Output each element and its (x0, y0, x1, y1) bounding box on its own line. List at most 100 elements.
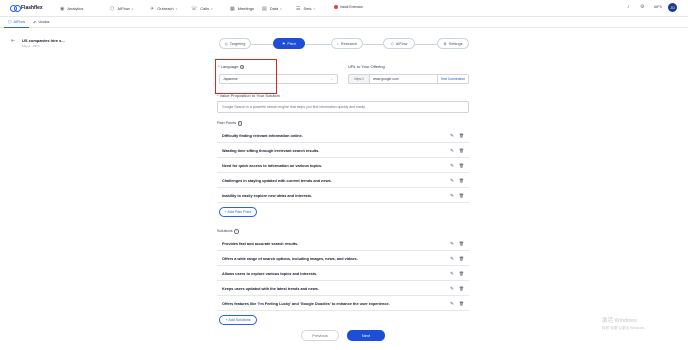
bell-icon[interactable]: ♪ (627, 4, 630, 10)
url-prefix: https:// (348, 74, 370, 84)
list-item: Provides fast and accurate search result… (217, 237, 469, 251)
edit-icon[interactable]: ✎ (450, 241, 454, 247)
nav-item-meetings[interactable]: ▦ Meetings (230, 0, 254, 17)
edit-icon[interactable]: ✎ (450, 256, 454, 262)
aiflow-icon: ⬡ (390, 41, 394, 46)
step-label: Settings (448, 41, 463, 46)
value-prop-label: * Value Proposition to Your Solution (217, 93, 280, 98)
add-solution-button[interactable]: + Add Solutions (219, 315, 257, 325)
app-name: Flashflex (21, 5, 43, 11)
edit-icon[interactable]: ✎ (450, 193, 454, 199)
chevron-down-icon: ▾ (280, 6, 282, 11)
tab-aiflow[interactable]: ⬡ AIFlow (4, 17, 30, 28)
nav-item-analytics[interactable]: ◉ Analytics (60, 0, 83, 17)
delete-icon[interactable]: 🗑 (459, 178, 464, 183)
step-targeting[interactable]: ◎ Targeting (219, 38, 251, 49)
nav-item-calls[interactable]: ☏ Calls ▾ (191, 0, 213, 17)
nav-item-aiflow[interactable]: ⬡ AIFlow ▾ (110, 0, 133, 17)
list-item-text: Allows users to explore various topics a… (222, 271, 318, 276)
edit-icon[interactable]: ✎ (450, 271, 454, 277)
edit-icon[interactable]: ✎ (450, 178, 454, 184)
list-item-text: Wasting time sifting through irrelevant … (222, 148, 320, 153)
stepper-line (251, 43, 273, 45)
list-item-text: Offers features like 'I'm Feeling Lucky'… (222, 301, 390, 306)
stepper-line (363, 43, 383, 45)
tab-undos[interactable]: ↶ Undos (29, 17, 53, 28)
aiflow-icon: ⬡ (8, 19, 12, 24)
chevron-down-icon: ▾ (313, 6, 316, 11)
wizard-stepper: ◎ Targeting ⚑ Pitch ⌕ Research ⬡ AIFlow … (0, 38, 688, 50)
gear-icon[interactable]: ⚙ (640, 4, 644, 10)
nav-item-data[interactable]: ▤ Data ▾ (262, 0, 282, 17)
delete-icon[interactable]: 🗑 (459, 241, 464, 246)
edit-icon[interactable]: ✎ (450, 301, 454, 307)
chevron-down-icon: ▾ (175, 6, 178, 11)
nav-item-outreach[interactable]: ✈ Outreach ▾ (150, 0, 177, 17)
annotation-highlight-box (215, 59, 277, 94)
list-item-text: Challenges in staying updated with curre… (222, 178, 332, 183)
url-label: URL to Your Offering (348, 64, 385, 69)
gear-icon: ⚙ (443, 41, 447, 46)
nav-item-label: Meetings (237, 6, 254, 11)
step-research[interactable]: ⌕ Research (331, 38, 363, 49)
list-item-text: Difficulty finding relevant information … (222, 133, 303, 138)
test-connection-button[interactable]: Test Connection (437, 74, 469, 84)
avatar[interactable]: JO (668, 3, 677, 12)
chrome-icon (334, 5, 338, 9)
value-prop-label-text: Value Proposition to Your Solution (219, 93, 280, 98)
delete-icon[interactable]: 🗑 (459, 256, 464, 261)
stepper-line (305, 43, 331, 45)
credits-badge[interactable]: AIFS (654, 5, 662, 9)
delete-icon[interactable]: 🗑 (459, 163, 464, 168)
list-item-text: Provides fast and accurate search result… (222, 241, 299, 246)
list-item: Keeps users updated with the latest tren… (217, 282, 469, 296)
info-icon: i (237, 121, 243, 126)
url-field-group: https:// www.google.com Test Connection (348, 74, 469, 84)
chevron-down-icon: ▾ (131, 6, 134, 11)
analytics-icon: ◉ (60, 5, 65, 12)
delete-icon[interactable]: 🗑 (459, 301, 464, 306)
step-aiflow[interactable]: ⬡ AIFlow (383, 38, 415, 49)
tab-aiflow-label: AIFlow (13, 19, 26, 24)
undo-icon: ↶ (33, 19, 37, 25)
edit-icon[interactable]: ✎ (450, 148, 454, 154)
list-item: Difficulty finding relevant information … (217, 129, 469, 143)
pain-points-label-text: Pain Points (217, 121, 237, 126)
next-button[interactable]: Next (347, 330, 385, 341)
outreach-icon: ✈ (150, 5, 155, 12)
delete-icon[interactable]: 🗑 (459, 148, 464, 153)
edit-icon[interactable]: ✎ (450, 133, 454, 139)
list-item: Allows users to explore various topics a… (217, 267, 469, 281)
delete-icon[interactable]: 🗑 (459, 193, 464, 198)
list-item-text: Need for quick access to information on … (222, 163, 323, 168)
step-label: Pitch (287, 41, 296, 46)
previous-button[interactable]: Previous (301, 330, 339, 341)
target-icon: ◎ (224, 41, 228, 46)
value-prop-input[interactable]: Google Search is a powerful search engin… (217, 101, 469, 113)
list-item: Need for quick access to information on … (217, 159, 469, 173)
nav-item-label: Calls (200, 6, 210, 11)
edit-icon[interactable]: ✎ (450, 286, 454, 292)
step-pitch[interactable]: ⚑ Pitch (273, 38, 305, 49)
info-icon: i (234, 229, 239, 234)
delete-icon[interactable]: 🗑 (459, 286, 464, 291)
delete-icon[interactable]: 🗑 (459, 271, 464, 276)
chevron-down-icon: ⌄ (330, 77, 333, 81)
nav-item-sets[interactable]: ☰ Sets ▾ (296, 0, 315, 17)
calls-icon: ☏ (191, 5, 198, 12)
delete-icon[interactable]: 🗑 (459, 133, 464, 138)
step-label: Targeting (229, 41, 246, 46)
install-extension-link[interactable]: Install Extension (334, 5, 363, 9)
meetings-icon: ▦ (230, 5, 235, 12)
app-logo[interactable]: Flashflex (10, 5, 50, 12)
edit-icon[interactable]: ✎ (450, 163, 454, 169)
add-pain-point-button[interactable]: + Add Pain Point (219, 207, 257, 217)
install-extension-label: Install Extension (340, 5, 364, 9)
nav-item-label: Sets (303, 6, 312, 11)
nav-item-label: Analytics (67, 6, 84, 11)
step-settings[interactable]: ⚙ Settings (437, 38, 469, 49)
step-label: Research (340, 41, 358, 46)
windows-activation-watermark: 激活 Windows 转到"设置"以激活 Windows。 (602, 318, 648, 332)
nav-item-label: Data (269, 6, 279, 11)
url-input[interactable]: www.google.com (370, 74, 438, 84)
